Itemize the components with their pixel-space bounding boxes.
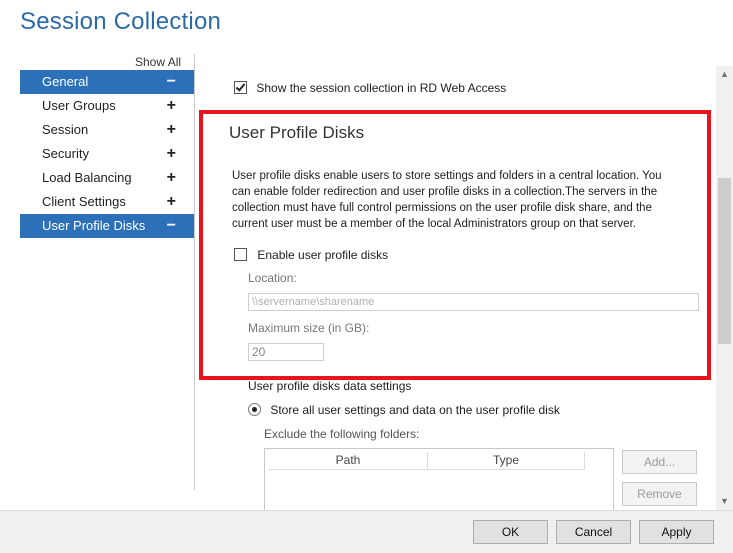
- sidebar-item-label: Session: [42, 122, 89, 137]
- scroll-thumb[interactable]: [718, 178, 731, 344]
- window-title: Session Collection: [20, 8, 222, 35]
- location-input[interactable]: \\servername\sharename: [248, 293, 699, 311]
- exclude-folders-label: Exclude the following folders:: [264, 427, 420, 441]
- section-title: User Profile Disks: [229, 123, 365, 142]
- data-settings-label: User profile disks data settings: [248, 379, 412, 393]
- sidebar-item-label: Client Settings: [42, 194, 126, 209]
- sidebar-item-user-profile-disks[interactable]: User Profile Disks −: [20, 214, 194, 238]
- column-header-path[interactable]: Path: [269, 452, 428, 470]
- add-button[interactable]: Add...: [622, 450, 697, 474]
- sidebar-item-load-balancing[interactable]: Load Balancing +: [20, 166, 194, 190]
- collapse-icon: −: [166, 73, 176, 90]
- expand-icon: +: [166, 145, 176, 162]
- ok-button[interactable]: OK: [473, 520, 548, 544]
- scroll-up-icon[interactable]: ▲: [716, 66, 733, 83]
- collapse-icon: −: [166, 217, 176, 234]
- sidebar-item-label: Load Balancing: [42, 170, 132, 185]
- sidebar-item-client-settings[interactable]: Client Settings +: [20, 190, 194, 214]
- show-in-web-access-label: Show the session collection in RD Web Ac…: [256, 80, 507, 95]
- sidebar-item-session[interactable]: Session +: [20, 118, 194, 142]
- remove-button[interactable]: Remove: [622, 482, 697, 506]
- apply-button[interactable]: Apply: [639, 520, 714, 544]
- sidebar-item-label: User Profile Disks: [42, 218, 146, 233]
- exclude-folders-table[interactable]: Path Type: [264, 448, 614, 512]
- show-in-web-access-checkbox[interactable]: [234, 81, 247, 95]
- highlight-box: [199, 110, 711, 380]
- store-all-radio[interactable]: [248, 403, 261, 417]
- enable-upd-label: Enable user profile disks: [257, 247, 389, 262]
- show-in-web-access-row[interactable]: Show the session collection in RD Web Ac…: [234, 80, 506, 95]
- show-all-link[interactable]: Show All: [135, 55, 181, 69]
- content-panel: Show the session collection in RD Web Ac…: [196, 60, 716, 512]
- dialog-footer: OK Cancel Apply: [0, 510, 733, 553]
- sidebar-divider: [194, 54, 195, 490]
- cancel-button[interactable]: Cancel: [556, 520, 631, 544]
- expand-icon: +: [166, 193, 176, 210]
- column-header-type[interactable]: Type: [428, 452, 585, 470]
- sidebar-item-label: User Groups: [42, 98, 116, 113]
- max-size-label: Maximum size (in GB):: [248, 321, 370, 335]
- sidebar-item-label: Security: [42, 146, 89, 161]
- expand-icon: +: [166, 169, 176, 186]
- location-label: Location:: [248, 271, 297, 285]
- sidebar-item-security[interactable]: Security +: [20, 142, 194, 166]
- sidebar-nav: General − User Groups + Session + Securi…: [20, 70, 194, 238]
- vertical-scrollbar[interactable]: ▲ ▼: [716, 66, 733, 510]
- store-all-row[interactable]: Store all user settings and data on the …: [248, 402, 560, 417]
- enable-upd-row[interactable]: Enable user profile disks: [234, 247, 388, 262]
- enable-upd-checkbox[interactable]: [234, 248, 247, 262]
- sidebar-item-label: General: [42, 74, 89, 89]
- expand-icon: +: [166, 121, 176, 138]
- expand-icon: +: [166, 97, 176, 114]
- section-description: User profile disks enable users to store…: [232, 170, 662, 230]
- sidebar-item-general[interactable]: General −: [20, 70, 194, 94]
- sidebar-item-user-groups[interactable]: User Groups +: [20, 94, 194, 118]
- max-size-input[interactable]: 20: [248, 343, 324, 361]
- store-all-label: Store all user settings and data on the …: [270, 402, 560, 417]
- scroll-down-icon[interactable]: ▼: [716, 493, 733, 510]
